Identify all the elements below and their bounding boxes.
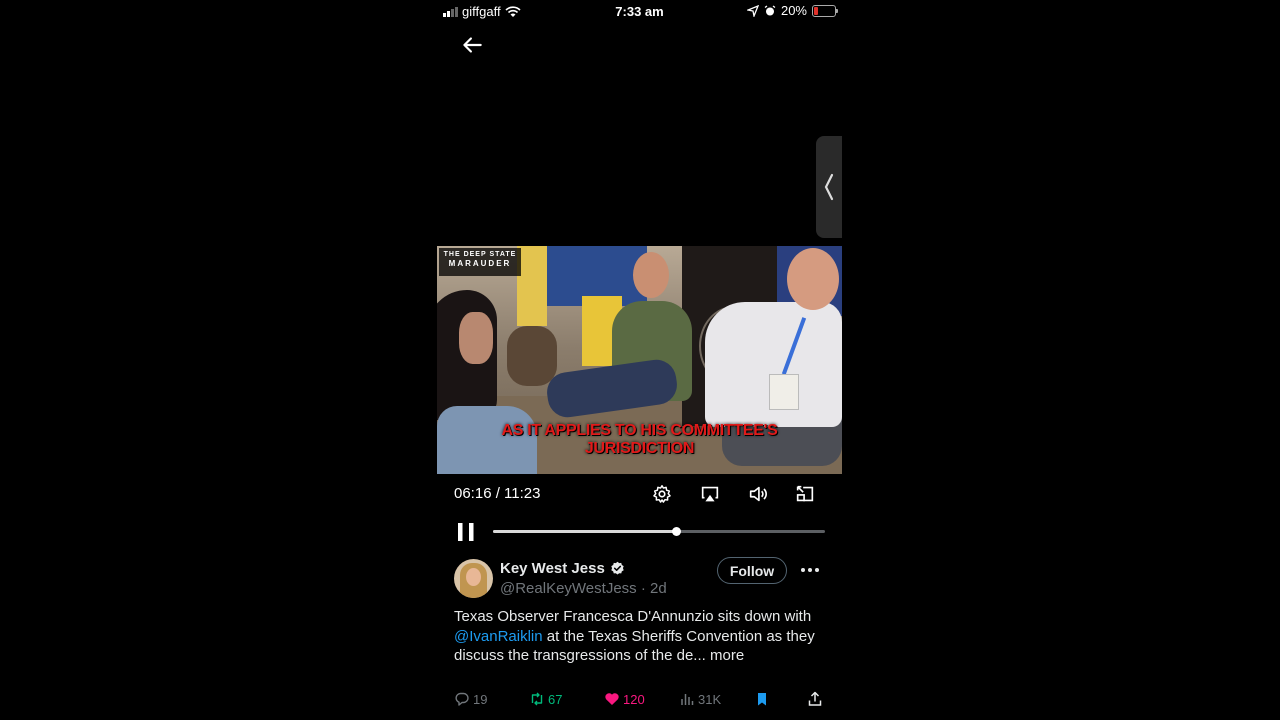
like-button[interactable]: 120	[604, 688, 645, 710]
avatar-face	[466, 568, 481, 586]
caption-line2: JURISDICTION	[584, 440, 695, 457]
chevron-left-icon	[824, 173, 834, 201]
caption-line1: AS IT APPLIES TO HIS COMMITTEE'S	[501, 422, 778, 439]
status-bar: giffgaff 7:33 am 20%	[437, 0, 842, 24]
post-text: Texas Observer Francesca D'Annunzio sits…	[454, 607, 829, 666]
seek-bar-played	[493, 530, 677, 533]
bookmark-button[interactable]	[754, 688, 770, 710]
heart-icon	[605, 693, 619, 705]
battery-percent: 20%	[780, 3, 807, 18]
follow-button[interactable]: Follow	[717, 557, 787, 584]
reply-icon	[455, 692, 469, 706]
video-controls: 06:16 / 11:23	[437, 480, 842, 508]
post-text-start: Texas Observer Francesca D'Annunzio sits…	[454, 608, 812, 625]
scene-badge	[769, 374, 799, 410]
battery-icon	[812, 4, 838, 17]
repost-button[interactable]: 67	[529, 688, 562, 710]
more-options-button[interactable]	[797, 560, 823, 580]
scene-booth-yellow	[517, 246, 547, 326]
post-mention-link[interactable]: @IvanRaiklin	[454, 628, 543, 645]
side-panel-handle[interactable]	[816, 136, 842, 238]
watermark-line1: THE DEEP STATE	[443, 251, 517, 258]
back-arrow-icon[interactable]	[459, 32, 485, 58]
volume-icon[interactable]	[747, 483, 769, 505]
battery-fill	[814, 6, 818, 15]
scene-dog	[507, 326, 557, 386]
watermark-line2: MARAUDER	[448, 259, 512, 268]
handle-separator: ·	[640, 580, 646, 597]
status-right: 20%	[746, 3, 838, 18]
repost-count: 67	[548, 691, 563, 707]
author-handle[interactable]: @RealKeyWestJess	[500, 580, 637, 597]
pause-icon[interactable]	[457, 522, 475, 542]
share-icon	[808, 691, 822, 706]
seek-bar[interactable]	[493, 527, 825, 536]
phone-screen: giffgaff 7:33 am 20% THE DEEP STATE MARA…	[437, 0, 842, 720]
views-chart-icon	[681, 694, 694, 705]
post-age: 2d	[650, 580, 667, 597]
scene-man-right-head	[787, 248, 839, 310]
show-more-link[interactable]: more	[706, 647, 744, 664]
author-name-row: Key West Jess	[500, 560, 625, 577]
like-count: 120	[623, 691, 645, 707]
author-name[interactable]: Key West Jess	[500, 560, 605, 577]
channel-watermark: THE DEEP STATE MARAUDER	[439, 248, 521, 276]
seek-bar-handle[interactable]	[672, 527, 682, 536]
verified-badge-icon	[611, 561, 624, 575]
views-count: 31K	[698, 691, 722, 707]
author-handle-row: @RealKeyWestJess · 2d	[500, 580, 667, 597]
views-button[interactable]: 31K	[679, 688, 721, 710]
repost-icon	[531, 692, 543, 706]
location-icon	[746, 4, 759, 17]
video-caption: AS IT APPLIES TO HIS COMMITTEE'S JURISDI…	[437, 422, 842, 458]
settings-gear-icon[interactable]	[651, 483, 673, 505]
seek-bar-row	[437, 518, 842, 546]
reply-button[interactable]: 19	[454, 688, 487, 710]
scene-man-left-head	[633, 252, 669, 298]
reply-count: 19	[473, 691, 488, 707]
video-player[interactable]: THE DEEP STATE MARAUDER AS IT APPLIES TO…	[437, 246, 842, 474]
picture-in-picture-icon[interactable]	[794, 483, 816, 505]
video-timecode: 06:16 / 11:23	[454, 485, 541, 502]
bookmark-icon	[758, 693, 766, 706]
post-actions: 19 67 120 31K	[437, 688, 842, 710]
alarm-icon	[764, 4, 776, 15]
airplay-icon[interactable]	[699, 483, 721, 505]
author-avatar[interactable]	[454, 559, 493, 598]
scene-woman-face	[459, 312, 493, 364]
share-button[interactable]	[807, 688, 823, 710]
